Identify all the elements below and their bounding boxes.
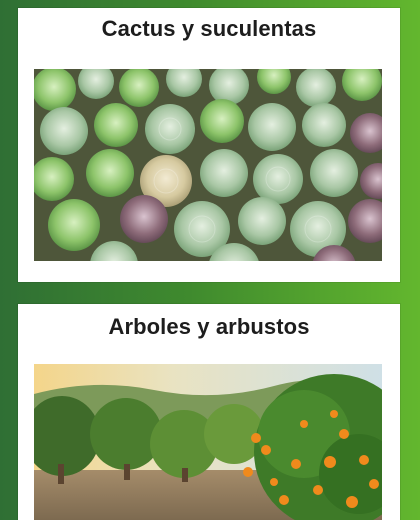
card-title: Arboles y arbustos	[108, 314, 310, 339]
succulents-photo[interactable]	[34, 69, 382, 261]
category-card-cactus[interactable]: Cactus y suculentas	[18, 8, 400, 282]
card-title: Cactus y suculentas	[101, 16, 317, 41]
orange-trees-photo[interactable]	[34, 364, 382, 520]
category-card-trees[interactable]: Arboles y arbustos	[18, 304, 400, 520]
